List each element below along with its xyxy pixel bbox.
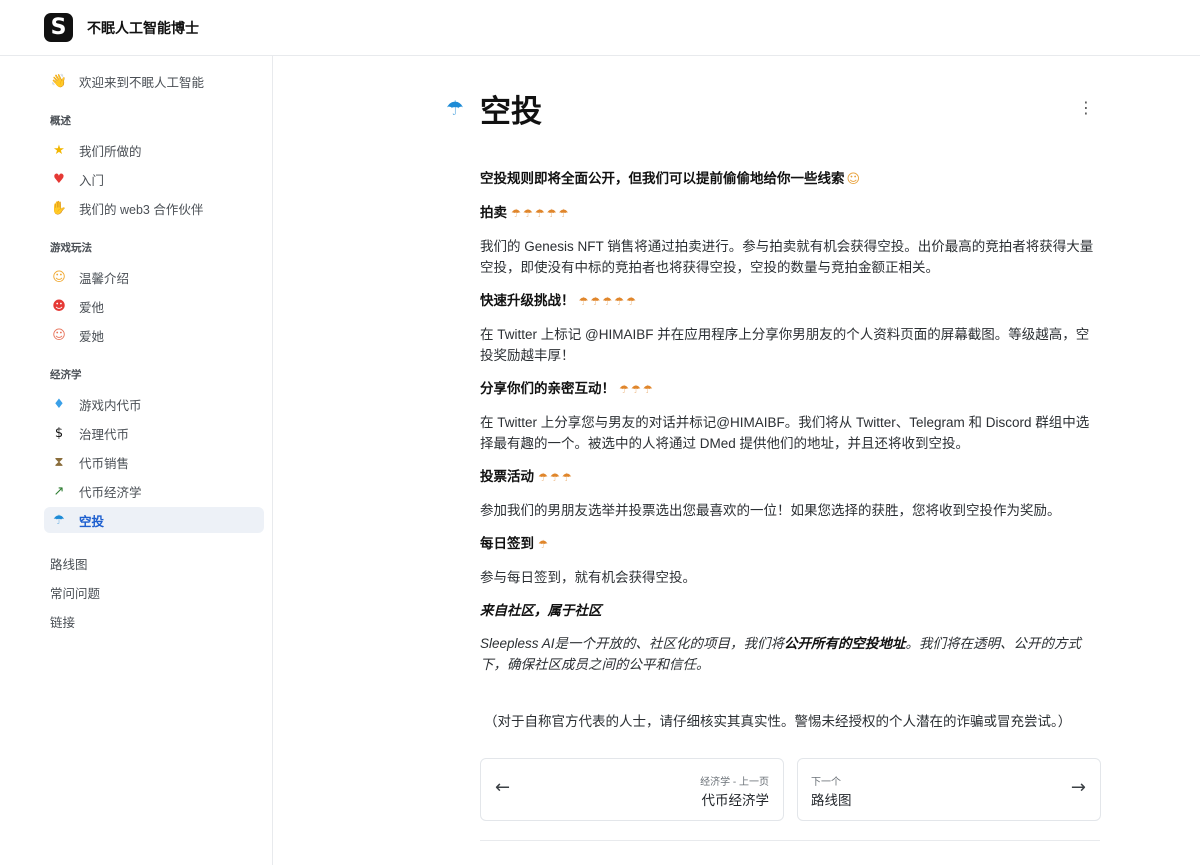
sidebar-item-warm-intro[interactable]: ☺ 温馨介绍 [44,264,264,290]
smiling-face-icon: ☺ [52,269,66,285]
sidebar-item-governance-token[interactable]: $ 治理代币 [44,420,264,446]
sidebar-item-love-her[interactable]: ☺ 爱她 [44,322,264,348]
handshake-icon: ✋ [50,200,68,216]
community-body-bold: 公开所有的空投地址 [784,636,906,651]
sidebar-item-token-sale[interactable]: ⧗ 代币销售 [44,449,264,475]
community-heading: 来自社区，属于社区 [480,603,602,618]
section-body: 参加我们的男朋友选举并投票选出您最喜欢的一位！如果您选择的获胜，您将收到空投作为… [480,503,1061,518]
sidebar-section-title: 经济学 [50,369,82,381]
section-heading-label: 投票活动 [480,469,534,484]
gem-icon: ♦ [53,396,65,412]
disclaimer-text: （对于自称官方代表的人士，请仔细核实其真实性。警惕未经授权的个人潜在的诈骗或冒充… [484,714,1072,729]
parachute-icon: ☂ [538,538,550,551]
sidebar-link[interactable]: 路线图 [44,550,264,576]
kissing-face-icon: ☺ [52,327,66,343]
section-heading: 分享你们的亲密互动！ ☂☂☂ [480,378,1100,400]
sidebar-item-label: 我们所做的 [79,144,142,159]
sidebar-item-in-game-token[interactable]: ♦ 游戏内代币 [44,391,264,417]
star-icon: ★ [53,142,65,158]
arrow-right-icon: → [1070,777,1086,798]
section-heading-label: 每日签到 [480,536,534,551]
sidebar-item-label: 空投 [79,514,105,529]
sidebar-item-label: 入门 [79,173,105,188]
dollar-icon: $ [54,425,64,441]
sidebar-link[interactable]: 常问问题 [44,579,264,605]
sidebar-item-love-him[interactable]: ☻ 爱他 [44,293,264,319]
prev-page-button[interactable]: ← 经济学 - 上一页 代币经济学 [480,758,784,821]
intro-text: 空投规则即将全面公开，但我们可以提前偷偷地给你一些线索 ☺ [480,168,1100,190]
hourglass-icon: ⧗ [54,454,64,470]
sidebar-item-partners[interactable]: ✋ 我们的 web3 合作伙伴 [44,195,264,221]
section-heading-label: 分享你们的亲密互动！ [480,381,615,396]
sidebar-link[interactable]: 链接 [44,608,264,634]
footer-divider [480,840,1100,841]
next-page-sublabel: 下一个 [811,777,841,788]
sidebar-section-title: 概述 [50,115,71,127]
parachute-icon: ☂ [53,512,65,528]
parachute-icon: ☂☂☂ [538,471,574,484]
article-content: 空投规则即将全面公开，但我们可以提前偷偷地给你一些线索 ☺ 拍卖 ☂☂☂☂☂ 我们的 G… [480,168,1100,675]
section-body: 参与每日签到，就有机会获得空投。 [480,570,696,585]
site-title[interactable]: 不眠人工智能博士 [87,18,199,38]
parachute-icon: ☂ [446,96,464,120]
sidebar: 👋 欢迎来到不眠人工智能 概述 ★ 我们所做的 ♥ 入门 ✋ 我们的 web3 合作伙伴 游戏… [0,56,273,865]
sidebar-item-label: 爱她 [79,329,105,344]
heart-eyes-icon: ☻ [52,298,66,314]
page-title: 空投 [480,94,542,129]
prev-page-title: 代币经济学 [701,793,770,808]
community-body: Sleepless AI是一个开放的、社区化的项目，我们将公开所有的空投地址。我… [480,633,1100,675]
section-body: 在 Twitter 上标记 @HIMAIBF 并在应用程序上分享你男朋友的个人资… [480,327,1090,363]
next-page-title: 路线图 [811,793,852,808]
peeking-face-icon: ☺ [846,172,863,187]
section-body: 我们的 Genesis NFT 销售将通过拍卖进行。参与拍卖就有机会获得空投。出… [480,239,1094,275]
community-body-start: Sleepless AI是一个开放的、社区化的项目，我们将 [480,636,785,651]
chart-up-icon: ↗ [53,483,65,499]
more-options-icon[interactable]: ⋮ [1076,100,1096,120]
sidebar-item-label: 治理代币 [79,427,130,442]
sidebar-link-label: 链接 [50,615,76,630]
prev-page-sublabel: 经济学 - 上一页 [700,777,769,788]
section-heading: 投票活动 ☂☂☂ [480,466,1100,488]
parachute-icon: ☂☂☂ [619,383,655,396]
sidebar-link-label: 常问问题 [50,586,101,601]
sidebar-section-title: 游戏玩法 [50,242,92,254]
parachute-icon: ☂☂☂☂☂ [578,295,638,308]
top-header: S 不眠人工智能博士 [0,0,1200,56]
section-heading: 拍卖 ☂☂☂☂☂ [480,202,1100,224]
sidebar-item-tokenomics[interactable]: ↗ 代币经济学 [44,478,264,504]
sidebar-item-label: 游戏内代币 [79,398,142,413]
sidebar-item-label: 代币经济学 [79,485,142,500]
section-body: 在 Twitter 上分享您与男友的对话并标记@HIMAIBF。我们将从 Twi… [480,415,1090,451]
sidebar-item-label: 爱他 [79,300,105,315]
sidebar-item-welcome[interactable]: 👋 欢迎来到不眠人工智能 [44,68,264,94]
next-page-button[interactable]: 下一个 路线图 → [797,758,1101,821]
waving-hand-icon: 👋 [50,73,68,89]
sidebar-item-label: 温馨介绍 [79,271,130,286]
sidebar-item-airdrop[interactable]: ☂ 空投 [44,507,264,533]
sidebar-item-label: 我们的 web3 合作伙伴 [79,202,204,217]
sidebar-item-label: 代币销售 [79,456,130,471]
section-heading: 快速升级挑战！ ☂☂☂☂☂ [480,290,1100,312]
site-logo[interactable]: S [44,13,73,42]
sidebar-item-label: 欢迎来到不眠人工智能 [79,75,205,90]
intro-label: 空投规则即将全面公开，但我们可以提前偷偷地给你一些线索 [480,171,845,186]
section-heading: 每日签到 ☂ [480,533,1100,555]
section-heading-label: 快速升级挑战！ [480,293,575,308]
sidebar-item-what-we-do[interactable]: ★ 我们所做的 [44,137,264,163]
heart-icon: ♥ [53,171,65,187]
sidebar-item-intro[interactable]: ♥ 入门 [44,166,264,192]
section-heading-label: 拍卖 [480,205,507,220]
arrow-left-icon: ← [495,777,511,798]
sidebar-link-label: 路线图 [50,557,88,572]
parachute-icon: ☂☂☂☂☂ [511,207,571,220]
